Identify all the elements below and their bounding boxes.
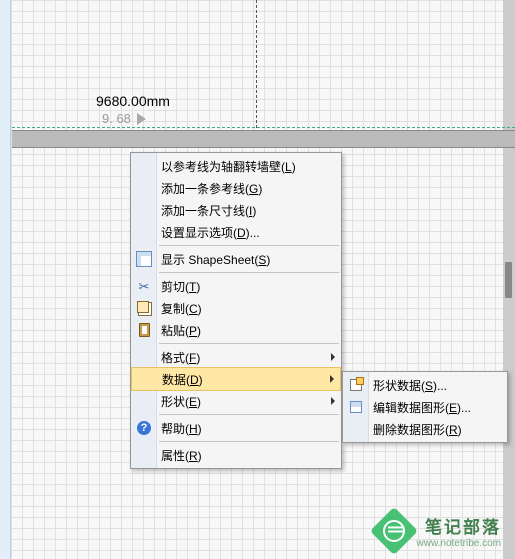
guide-vertical[interactable]: [256, 0, 257, 128]
watermark-title: 笔记部落: [417, 513, 501, 538]
play-icon: [137, 113, 146, 125]
menu-separator: [159, 414, 339, 415]
shape-icon: [348, 399, 364, 415]
menu-separator: [159, 245, 339, 246]
menu-item-label: 设置显示选项(D)...: [161, 224, 323, 241]
context-submenu-data: 形状数据(S)... 编辑数据图形(E)... 删除数据图形(R): [342, 371, 508, 443]
watermark-logo-icon: [369, 507, 417, 555]
menu-item-label: 形状(E): [161, 393, 323, 410]
menu-properties[interactable]: 属性(R): [131, 444, 341, 466]
menu-copy[interactable]: 复制(C): [131, 297, 341, 319]
context-menu: 以参考线为轴翻转墙壁(L) 添加一条参考线(G) 添加一条尺寸线(I) 设置显示…: [130, 152, 342, 469]
watermark-url: www.notetribe.com: [417, 538, 501, 549]
grid-icon: [136, 251, 152, 267]
chevron-right-icon: [331, 353, 335, 361]
menu-item-label: 剪切(T): [161, 278, 323, 295]
menu-item-label: 删除数据图形(R): [373, 421, 489, 438]
menu-item-label: 编辑数据图形(E)...: [373, 399, 489, 416]
chevron-right-icon: [330, 375, 334, 383]
menu-mirror-wall[interactable]: 以参考线为轴翻转墙壁(L): [131, 155, 341, 177]
menu-item-label: 粘贴(P): [161, 322, 323, 339]
submenu-edit-data-graphic[interactable]: 编辑数据图形(E)...: [343, 396, 507, 418]
menu-data[interactable]: 数据(D): [131, 367, 341, 391]
wall-shape[interactable]: [12, 130, 515, 148]
menu-item-label: 添加一条参考线(G): [161, 180, 323, 197]
menu-help[interactable]: ? 帮助(H): [131, 417, 341, 439]
menu-add-guide[interactable]: 添加一条参考线(G): [131, 177, 341, 199]
submenu-delete-data-graphic[interactable]: 删除数据图形(R): [343, 418, 507, 440]
menu-item-label: 复制(C): [161, 300, 323, 317]
menu-item-label: 形状数据(S)...: [373, 377, 489, 394]
chevron-right-icon: [331, 397, 335, 405]
guide-horizontal[interactable]: [12, 127, 515, 128]
dimension-label: 9680.00mm: [96, 93, 170, 109]
menu-item-label: 帮助(H): [161, 420, 323, 437]
menu-item-label: 属性(R): [161, 447, 323, 464]
help-icon: ?: [136, 420, 152, 436]
paste-icon: [136, 322, 152, 338]
menu-cut[interactable]: ✂ 剪切(T): [131, 275, 341, 297]
menu-item-label: 格式(F): [161, 349, 323, 366]
ruler-left: [0, 0, 11, 559]
scrollbar-vertical[interactable]: [503, 0, 515, 559]
menu-separator: [159, 441, 339, 442]
submenu-shape-data[interactable]: 形状数据(S)...: [343, 374, 507, 396]
menu-item-label: 数据(D): [162, 371, 322, 388]
menu-format[interactable]: 格式(F): [131, 346, 341, 368]
watermark: 笔记部落 www.notetribe.com: [377, 513, 501, 549]
copy-icon: [136, 300, 152, 316]
menu-separator: [159, 343, 339, 344]
menu-show-shapesheet[interactable]: 显示 ShapeSheet(S): [131, 248, 341, 270]
menu-item-label: 添加一条尺寸线(I): [161, 202, 323, 219]
scissors-icon: ✂: [136, 278, 152, 294]
menu-add-dimension[interactable]: 添加一条尺寸线(I): [131, 199, 341, 221]
menu-separator: [159, 272, 339, 273]
menu-display-options[interactable]: 设置显示选项(D)...: [131, 221, 341, 243]
menu-shape[interactable]: 形状(E): [131, 390, 341, 412]
menu-item-label: 以参考线为轴翻转墙壁(L): [161, 158, 323, 175]
menu-paste[interactable]: 粘贴(P): [131, 319, 341, 341]
coordinate-readout: 9. 68: [102, 111, 146, 126]
properties-icon: [348, 377, 364, 393]
coordinate-value: 9. 68: [102, 111, 131, 126]
menu-item-label: 显示 ShapeSheet(S): [161, 251, 323, 268]
